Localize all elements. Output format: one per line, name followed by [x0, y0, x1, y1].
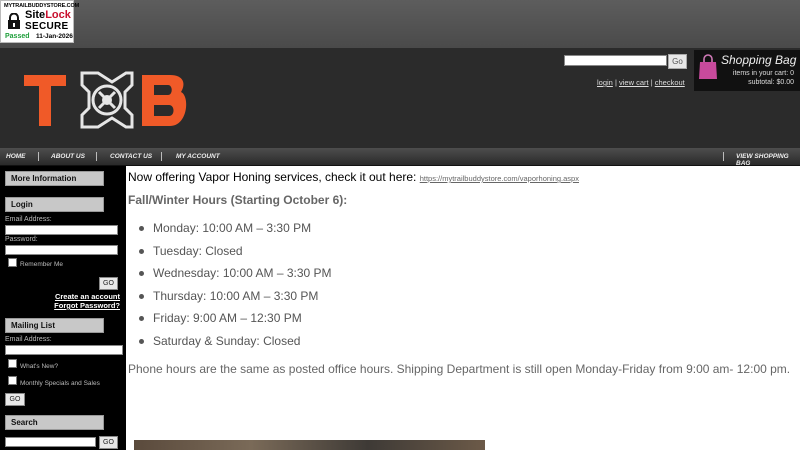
- nav-about-us[interactable]: ABOUT US: [51, 153, 85, 160]
- nav-home[interactable]: HOME: [6, 153, 26, 160]
- login-email-label: Email Address:: [5, 216, 52, 223]
- sitelock-secure: SECURE: [25, 21, 69, 32]
- sidebar: More Information Login Email Address: Pa…: [0, 166, 126, 450]
- mailing-go-button[interactable]: GO: [5, 393, 25, 406]
- checkout-link[interactable]: checkout: [655, 78, 685, 87]
- sitelock-status: Passed: [5, 33, 30, 40]
- nav-view-shopping-bag[interactable]: VIEW SHOPPING BAG: [736, 153, 800, 167]
- view-cart-link[interactable]: view cart: [619, 78, 649, 87]
- vapor-honing-intro: Now offering Vapor Honing services, chec…: [128, 170, 579, 184]
- monthly-specials-label: Monthly Specials and Sales: [20, 380, 100, 387]
- nav-divider: [38, 152, 39, 161]
- header-search-input[interactable]: [564, 55, 667, 66]
- login-header: Login: [5, 197, 104, 212]
- nav-divider: [96, 152, 97, 161]
- sitelock-date: 11-Jan-2026: [36, 33, 73, 40]
- header-search-go-button[interactable]: Go: [668, 54, 687, 69]
- login-email-field[interactable]: [5, 225, 118, 235]
- tb-logo[interactable]: [22, 70, 190, 130]
- sitelock-brand: SiteLock: [25, 9, 71, 21]
- remember-me-label: Remember Me: [20, 261, 63, 268]
- sidebar-search-go-button[interactable]: GO: [99, 436, 118, 449]
- nav-divider: [723, 152, 724, 161]
- nav-divider: [161, 152, 162, 161]
- login-password-label: Password:: [5, 236, 38, 243]
- top-bar: [0, 0, 800, 48]
- hours-item: Tuesday: Closed: [139, 244, 332, 267]
- sidebar-search-field[interactable]: [5, 437, 96, 447]
- login-go-button[interactable]: GO: [99, 277, 118, 290]
- login-password-field[interactable]: [5, 245, 118, 255]
- search-header: Search: [5, 415, 104, 430]
- login-link[interactable]: login: [597, 78, 613, 87]
- nav-my-account[interactable]: MY ACCOUNT: [176, 153, 220, 160]
- nav-contact-us[interactable]: CONTACT US: [110, 153, 152, 160]
- mailing-email-field[interactable]: [5, 345, 123, 355]
- hours-item: Friday: 9:00 AM – 12:30 PM: [139, 311, 332, 334]
- remember-me-checkbox[interactable]: [8, 258, 17, 267]
- hours-item: Wednesday: 10:00 AM – 3:30 PM: [139, 266, 332, 289]
- monthly-specials-checkbox[interactable]: [8, 376, 17, 385]
- main-nav: HOME ABOUT US CONTACT US MY ACCOUNT VIEW…: [0, 148, 800, 167]
- cart-subtotal: subtotal: $0.00: [748, 79, 794, 86]
- whats-new-checkbox[interactable]: [8, 359, 17, 368]
- main-content: Now offering Vapor Honing services, chec…: [128, 166, 800, 450]
- padlock-icon: [8, 13, 20, 29]
- hours-item: Saturday & Sunday: Closed: [139, 334, 332, 357]
- shopping-bag-widget[interactable]: Shopping Bag items in your cart: 0 subto…: [694, 50, 800, 91]
- account-links: login | view cart | checkout: [597, 78, 685, 87]
- shopping-bag-icon: [699, 54, 717, 79]
- featured-photo: [134, 440, 485, 450]
- more-information-header[interactable]: More Information: [5, 171, 104, 186]
- mailing-list-header: Mailing List: [5, 318, 104, 333]
- vapor-honing-link[interactable]: https://mytrailbuddystore.com/vaporhonin…: [420, 174, 579, 183]
- cart-item-count: items in your cart: 0: [732, 70, 794, 77]
- phone-hours-note: Phone hours are the same as posted offic…: [128, 362, 791, 376]
- forgot-password-link[interactable]: Forgot Password?: [54, 301, 120, 310]
- create-account-link[interactable]: Create an account: [55, 292, 120, 301]
- shopping-bag-title: Shopping Bag: [721, 53, 797, 67]
- hours-item: Monday: 10:00 AM – 3:30 PM: [139, 221, 332, 244]
- mailing-email-label: Email Address:: [5, 336, 52, 343]
- sitelock-badge[interactable]: MYTRAILBUDDYSTORE.COM SiteLock SECURE Pa…: [0, 0, 79, 43]
- whats-new-label: What's New?: [20, 363, 59, 370]
- hours-item: Thursday: 10:00 AM – 3:30 PM: [139, 289, 332, 312]
- hours-title: Fall/Winter Hours (Starting October 6):: [128, 193, 348, 207]
- hours-list: Monday: 10:00 AM – 3:30 PM Tuesday: Clos…: [139, 221, 332, 357]
